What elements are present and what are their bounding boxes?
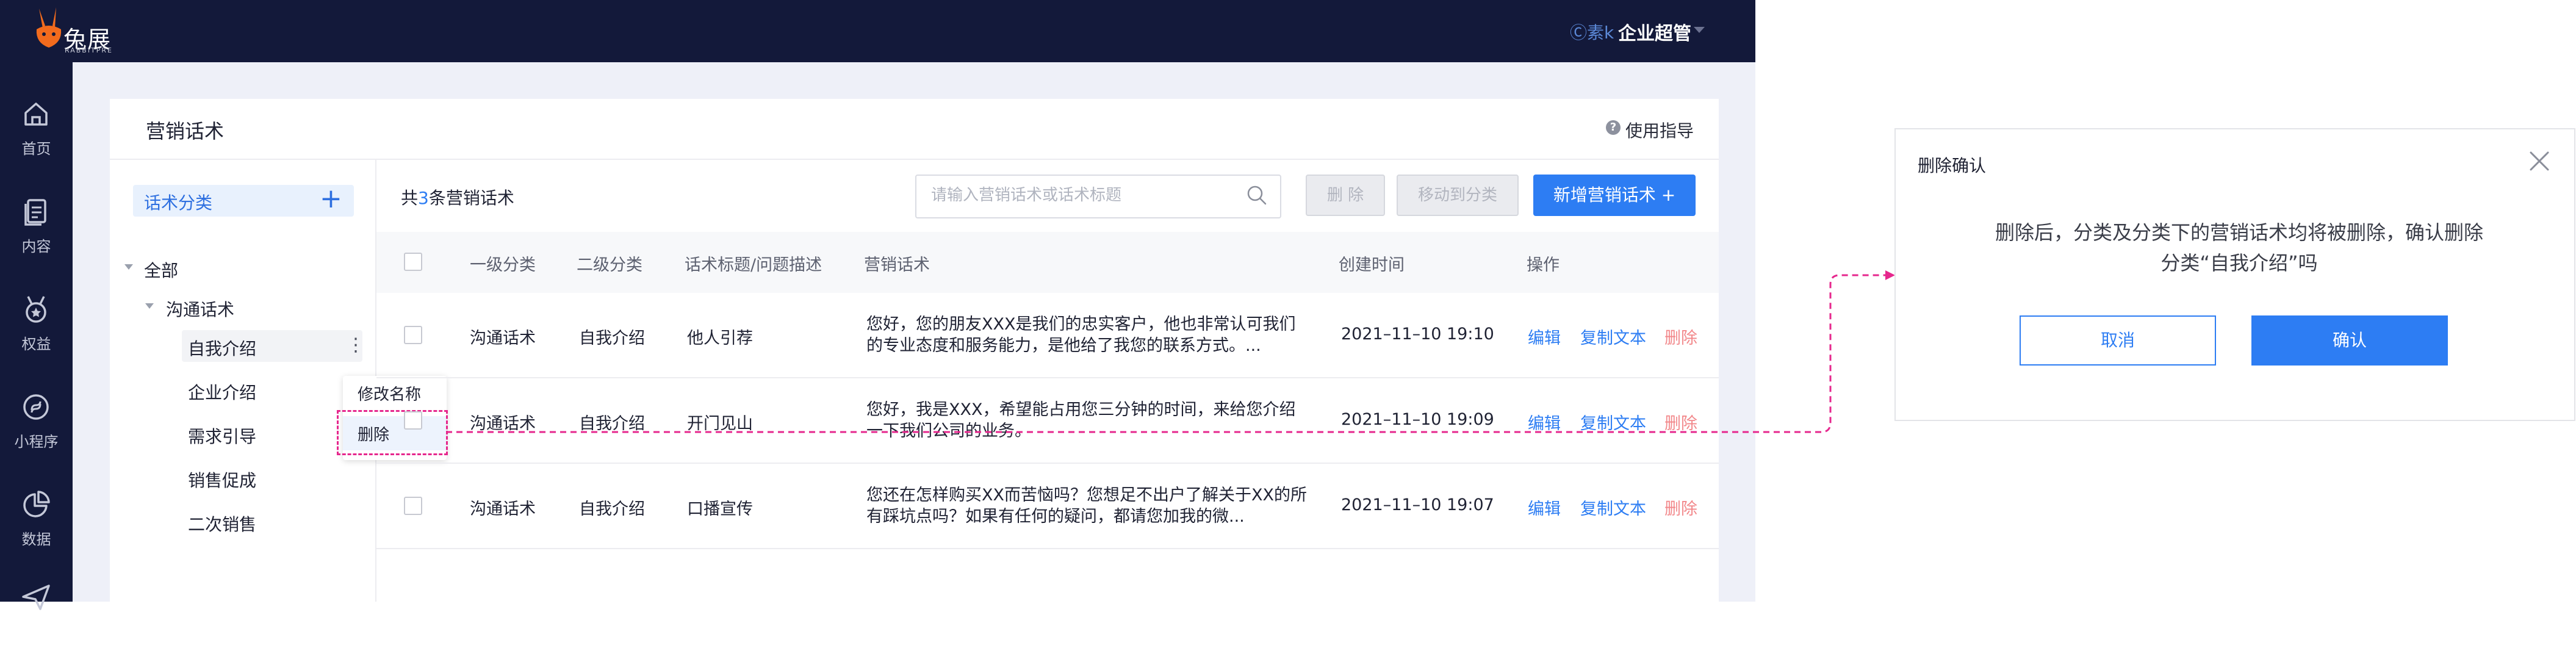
sidebar-item-content[interactable]: 内容 xyxy=(0,194,73,286)
chevron-down-icon[interactable] xyxy=(1694,27,1705,33)
user-name-partial: Ⓒ素k xyxy=(1570,23,1614,43)
sidebar: 首页 内容 权益 小程序 数据 xyxy=(0,62,73,610)
sidebar-item-label: 权益 xyxy=(21,336,51,353)
tree-node-self-intro[interactable]: 自我介绍 xyxy=(188,336,256,360)
close-icon[interactable] xyxy=(2526,148,2553,175)
tree-node-company-intro[interactable]: 企业介绍 xyxy=(188,380,256,404)
edit-link[interactable]: 编辑 xyxy=(1528,495,1561,519)
row-divider xyxy=(376,548,1719,549)
annotation-connector xyxy=(446,270,1895,433)
cell-content: 您还在怎样购买XX而苦恼吗？您想足不出户了解关于XX的所有踩坑点吗？如果有任何的… xyxy=(866,486,1307,526)
tree-node-all[interactable]: 全部 xyxy=(144,258,178,282)
row-checkbox[interactable] xyxy=(404,411,422,430)
row-divider xyxy=(376,463,1719,464)
user-role-menu[interactable]: 企业超管 xyxy=(1618,18,1691,45)
badge-icon xyxy=(26,296,46,323)
delete-link[interactable]: 删除 xyxy=(1664,495,1697,519)
caret-down-icon[interactable] xyxy=(124,264,133,270)
delete-button[interactable]: 删 除 xyxy=(1306,175,1385,216)
confirm-button[interactable]: 确认 xyxy=(2251,315,2448,366)
dialog-message: 删除后，分类及分类下的营销话术均将被删除，确认删除 分类“自我介绍”吗 xyxy=(1952,217,2526,278)
home-icon xyxy=(24,103,48,126)
category-title: 话术分类 xyxy=(144,193,213,213)
record-count: 共3条营销话术 xyxy=(401,188,514,208)
pie-chart-icon xyxy=(23,491,50,517)
dialog-message-line: 分类“自我介绍”吗 xyxy=(2160,251,2318,275)
move-to-category-button[interactable]: 移动到分类 xyxy=(1397,175,1519,216)
miniprogram-icon xyxy=(23,394,49,420)
sidebar-item-home[interactable]: 首页 xyxy=(0,96,73,188)
cancel-button[interactable]: 取消 xyxy=(2020,315,2216,366)
select-all-checkbox[interactable] xyxy=(404,253,422,271)
sidebar-item-send[interactable] xyxy=(0,578,73,670)
row-checkbox[interactable] xyxy=(404,497,422,515)
add-script-button[interactable]: 新增营销话术 + xyxy=(1533,175,1696,216)
divider xyxy=(110,159,1719,160)
page-title: 营销话术 xyxy=(146,120,225,143)
menu-item-rename[interactable]: 修改名称 xyxy=(358,382,421,405)
sidebar-item-rights[interactable]: 权益 xyxy=(0,292,73,383)
search-icon[interactable] xyxy=(1246,184,1268,206)
sidebar-item-label: 首页 xyxy=(21,140,51,157)
sidebar-item-label: 小程序 xyxy=(14,433,59,450)
caret-down-icon[interactable] xyxy=(145,303,154,309)
tree-node-resale[interactable]: 二次销售 xyxy=(188,511,256,536)
logo-subtext: RABBITPRE xyxy=(65,46,113,54)
tree-node-group[interactable]: 沟通话术 xyxy=(166,297,234,321)
cell-time: 2021–11–10 19:07 xyxy=(1341,495,1494,514)
sidebar-item-data[interactable]: 数据 xyxy=(0,487,73,578)
send-icon xyxy=(22,585,50,610)
row-checkbox[interactable] xyxy=(404,326,422,344)
help-icon[interactable]: ? xyxy=(1606,120,1621,135)
more-options-icon[interactable]: ⋮ xyxy=(347,334,365,356)
sidebar-item-label: 内容 xyxy=(21,238,51,255)
copy-text-link[interactable]: 复制文本 xyxy=(1580,495,1646,519)
document-icon xyxy=(24,199,46,226)
sidebar-item-label: 数据 xyxy=(21,531,51,548)
sidebar-item-miniprogram[interactable]: 小程序 xyxy=(0,389,73,481)
dialog-title: 删除确认 xyxy=(1918,156,1987,176)
top-bar xyxy=(0,0,1755,62)
cell-title: 口播宣传 xyxy=(687,500,753,519)
tree-node-demand-guide[interactable]: 需求引导 xyxy=(188,423,256,448)
tree-node-sales-close[interactable]: 销售促成 xyxy=(188,467,256,492)
cell-cat1: 沟通话术 xyxy=(470,500,536,519)
guide-link[interactable]: 使用指导 xyxy=(1625,118,1694,142)
search-input[interactable] xyxy=(916,176,1240,215)
dialog-message-line: 删除后，分类及分类下的营销话术均将被删除，确认删除 xyxy=(1995,221,2483,244)
add-category-button[interactable]: + xyxy=(320,183,342,215)
cell-cat2: 自我介绍 xyxy=(579,500,645,519)
